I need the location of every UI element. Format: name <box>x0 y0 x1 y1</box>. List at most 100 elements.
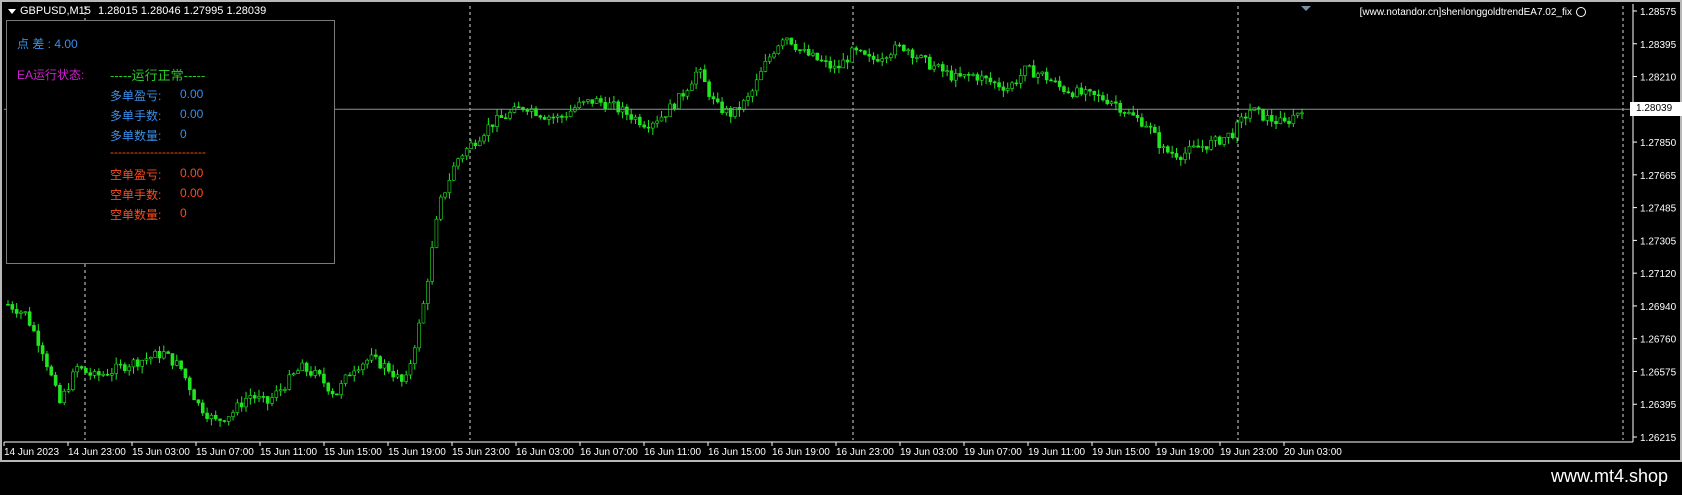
candle-body <box>58 385 62 404</box>
candle-body <box>53 374 58 386</box>
candle-body <box>97 371 101 376</box>
candle-body <box>283 389 287 391</box>
time-tick-label: 19 Jun 03:00 <box>900 447 958 458</box>
candle-body <box>322 373 326 384</box>
candle-body <box>1157 132 1161 148</box>
watermark-text: www.mt4.shop <box>1550 466 1668 486</box>
candle-body <box>1036 73 1040 78</box>
candle-body <box>1148 125 1153 128</box>
time-tick-label: 15 Jun 11:00 <box>260 447 318 458</box>
candle-body <box>257 396 261 399</box>
time-tick-label: 16 Jun 03:00 <box>516 447 574 458</box>
candle-body <box>547 116 551 120</box>
long-lots-label: 多单手数: <box>110 109 162 123</box>
candle-body <box>949 70 954 81</box>
candle-body <box>335 393 339 396</box>
chart-shift-marker <box>1301 6 1311 11</box>
candle-body <box>560 115 564 118</box>
long-profit-label: 多单盈亏: <box>110 89 162 103</box>
dropdown-arrow-icon[interactable] <box>8 8 16 14</box>
panel-divider: ------------------------ <box>110 145 206 159</box>
candle-body <box>400 374 404 382</box>
candle-body <box>698 69 703 73</box>
symbol-header[interactable]: GBPUSD,M15 1.28015 1.28046 1.27995 1.280… <box>8 5 266 17</box>
candle-body <box>694 71 698 85</box>
candle-body <box>291 373 296 376</box>
candle-body <box>542 117 547 120</box>
candle-body <box>127 366 131 371</box>
candle-body <box>179 360 183 370</box>
candle-body <box>417 322 421 349</box>
current-price-badge: 1.28039 <box>1630 102 1682 117</box>
candle-body <box>841 59 846 69</box>
candle-body <box>1057 80 1062 87</box>
candle-body <box>971 74 975 76</box>
candle-body <box>387 363 391 372</box>
candle-body <box>590 99 595 104</box>
candle-body <box>45 353 49 368</box>
candle-body <box>1239 116 1244 123</box>
candle-body <box>1204 146 1209 150</box>
candle-body <box>893 44 897 56</box>
candle-body <box>1092 90 1097 96</box>
candle-body <box>581 101 586 103</box>
candle-body <box>711 96 716 100</box>
ea-smiley-icon[interactable] <box>1576 7 1586 17</box>
price-tick-label: 1.28395 <box>1640 40 1677 51</box>
candle-body <box>326 382 331 392</box>
candle-body <box>672 103 677 109</box>
candle-body <box>828 60 833 69</box>
candle-body <box>278 389 283 392</box>
price-tick-label: 1.27120 <box>1640 269 1677 280</box>
candle-body <box>157 351 162 359</box>
candle-body <box>88 372 93 376</box>
candle-body <box>1243 116 1248 119</box>
candle-body <box>1010 82 1014 89</box>
candle-body <box>659 116 664 122</box>
candle-body <box>1209 140 1213 150</box>
long-count-value: 0 <box>180 127 187 141</box>
candle-body <box>1122 112 1127 114</box>
time-tick-label: 15 Jun 15:00 <box>324 447 382 458</box>
candle-body <box>499 115 504 118</box>
candle-body <box>153 351 157 358</box>
candle-body <box>27 311 32 326</box>
candle-body <box>374 354 378 357</box>
candle-body <box>746 96 750 101</box>
candle-body <box>1114 101 1118 104</box>
candle-body <box>1226 132 1231 138</box>
candle-body <box>1161 146 1166 148</box>
candle-body <box>352 370 357 376</box>
candle-body <box>625 106 629 115</box>
candle-body <box>664 116 668 118</box>
candle-body <box>681 93 685 97</box>
candle-body <box>603 102 608 110</box>
candle-body <box>75 366 80 373</box>
short-lots-label: 空单手数: <box>110 188 162 202</box>
candle-body <box>867 54 872 57</box>
candle-body <box>174 360 179 366</box>
time-tick-label: 19 Jun 07:00 <box>964 447 1022 458</box>
candle-body <box>239 402 244 408</box>
candle-body <box>785 37 789 41</box>
candle-body <box>252 395 257 399</box>
footer-bar <box>0 462 1682 495</box>
ohlc-values: 1.28015 1.28046 1.27995 1.28039 <box>97 5 267 17</box>
candle-body <box>92 371 97 376</box>
candle-body <box>356 369 361 372</box>
candle-body <box>451 165 456 181</box>
candle-body <box>832 65 837 69</box>
candle-body <box>863 50 867 55</box>
candle-body <box>482 135 486 142</box>
candle-body <box>425 281 430 304</box>
ea-name-label: [www.notandor.cn]shenlonggoldtrendEA7.02… <box>1359 7 1572 18</box>
candle-body <box>1127 112 1131 114</box>
candle-body <box>131 359 136 368</box>
candle-body <box>300 362 305 372</box>
candle-body <box>101 373 106 376</box>
time-tick-label: 16 Jun 19:00 <box>772 447 830 458</box>
candle-body <box>897 44 902 47</box>
candle-body <box>456 158 460 167</box>
candle-body <box>750 90 755 97</box>
price-tick-label: 1.28210 <box>1640 73 1677 84</box>
